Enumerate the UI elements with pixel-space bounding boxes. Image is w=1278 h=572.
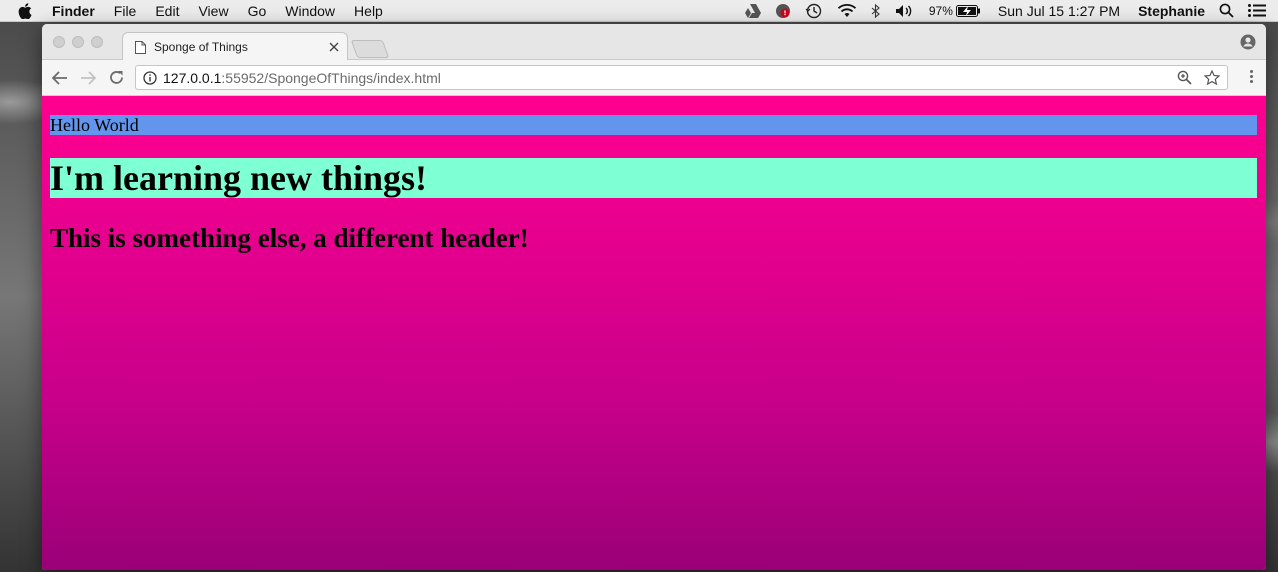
menu-go[interactable]: Go [248, 3, 267, 19]
menu-app-name[interactable]: Finder [52, 3, 95, 19]
menu-edit[interactable]: Edit [155, 3, 179, 19]
document-icon [135, 40, 146, 54]
hello-paragraph: Hello World [50, 115, 1257, 135]
apple-icon[interactable] [18, 2, 32, 19]
clock-text[interactable]: Sun Jul 15 1:27 PM [998, 3, 1120, 19]
back-button[interactable] [48, 66, 72, 90]
time-machine-icon[interactable] [805, 3, 823, 19]
profile-icon[interactable] [1240, 34, 1256, 55]
window-controls [53, 36, 110, 48]
page-heading-2: This is something else, a different head… [50, 223, 529, 253]
menu-window[interactable]: Window [285, 3, 335, 19]
zoom-icon[interactable] [1177, 70, 1192, 85]
volume-icon[interactable] [895, 4, 915, 18]
page-heading-1: I'm learning new things! [50, 158, 1257, 198]
google-drive-icon[interactable] [744, 3, 761, 18]
spotlight-search-icon[interactable] [1219, 3, 1234, 18]
browser-window: Sponge of Things 127.0.0.1:55952/SpongeO… [42, 24, 1266, 570]
url-path: :55952/SpongeOfThings/index.html [221, 69, 441, 86]
wifi-icon[interactable] [837, 3, 857, 18]
page-viewport: Hello World I'm learning new things! Thi… [42, 96, 1266, 570]
new-tab-button[interactable] [350, 40, 390, 58]
close-window-button[interactable] [53, 36, 65, 48]
menu-help[interactable]: Help [354, 3, 383, 19]
tab-active[interactable]: Sponge of Things [122, 32, 348, 61]
forward-button[interactable] [76, 66, 100, 90]
menu-view[interactable]: View [198, 3, 228, 19]
alert-badge-icon[interactable] [775, 3, 791, 19]
menu-bar: Finder File Edit View Go Window Help 97%… [0, 0, 1278, 22]
tab-title: Sponge of Things [154, 40, 248, 54]
battery-charging-icon[interactable] [955, 4, 980, 17]
status-area: 97% Sun Jul 15 1:27 PM Stephanie [731, 3, 1278, 19]
minimize-window-button[interactable] [72, 36, 84, 48]
url-host: 127.0.0.1 [163, 69, 222, 86]
address-bar[interactable]: 127.0.0.1:55952/SpongeOfThings/index.htm… [135, 65, 1228, 90]
tab-strip: Sponge of Things [42, 24, 1266, 61]
reload-button[interactable] [104, 66, 128, 90]
menu-file[interactable]: File [114, 3, 137, 19]
zoom-window-button[interactable] [91, 36, 103, 48]
browser-toolbar: 127.0.0.1:55952/SpongeOfThings/index.htm… [42, 60, 1266, 96]
bluetooth-icon[interactable] [871, 3, 881, 18]
battery-percent: 97% [928, 3, 953, 18]
user-name[interactable]: Stephanie [1138, 3, 1205, 19]
tab-close-icon[interactable] [329, 39, 339, 55]
site-info-icon[interactable] [143, 70, 157, 85]
bookmark-star-icon[interactable] [1204, 70, 1220, 85]
notification-center-icon[interactable] [1248, 4, 1266, 17]
browser-menu-icon[interactable] [1250, 70, 1253, 85]
